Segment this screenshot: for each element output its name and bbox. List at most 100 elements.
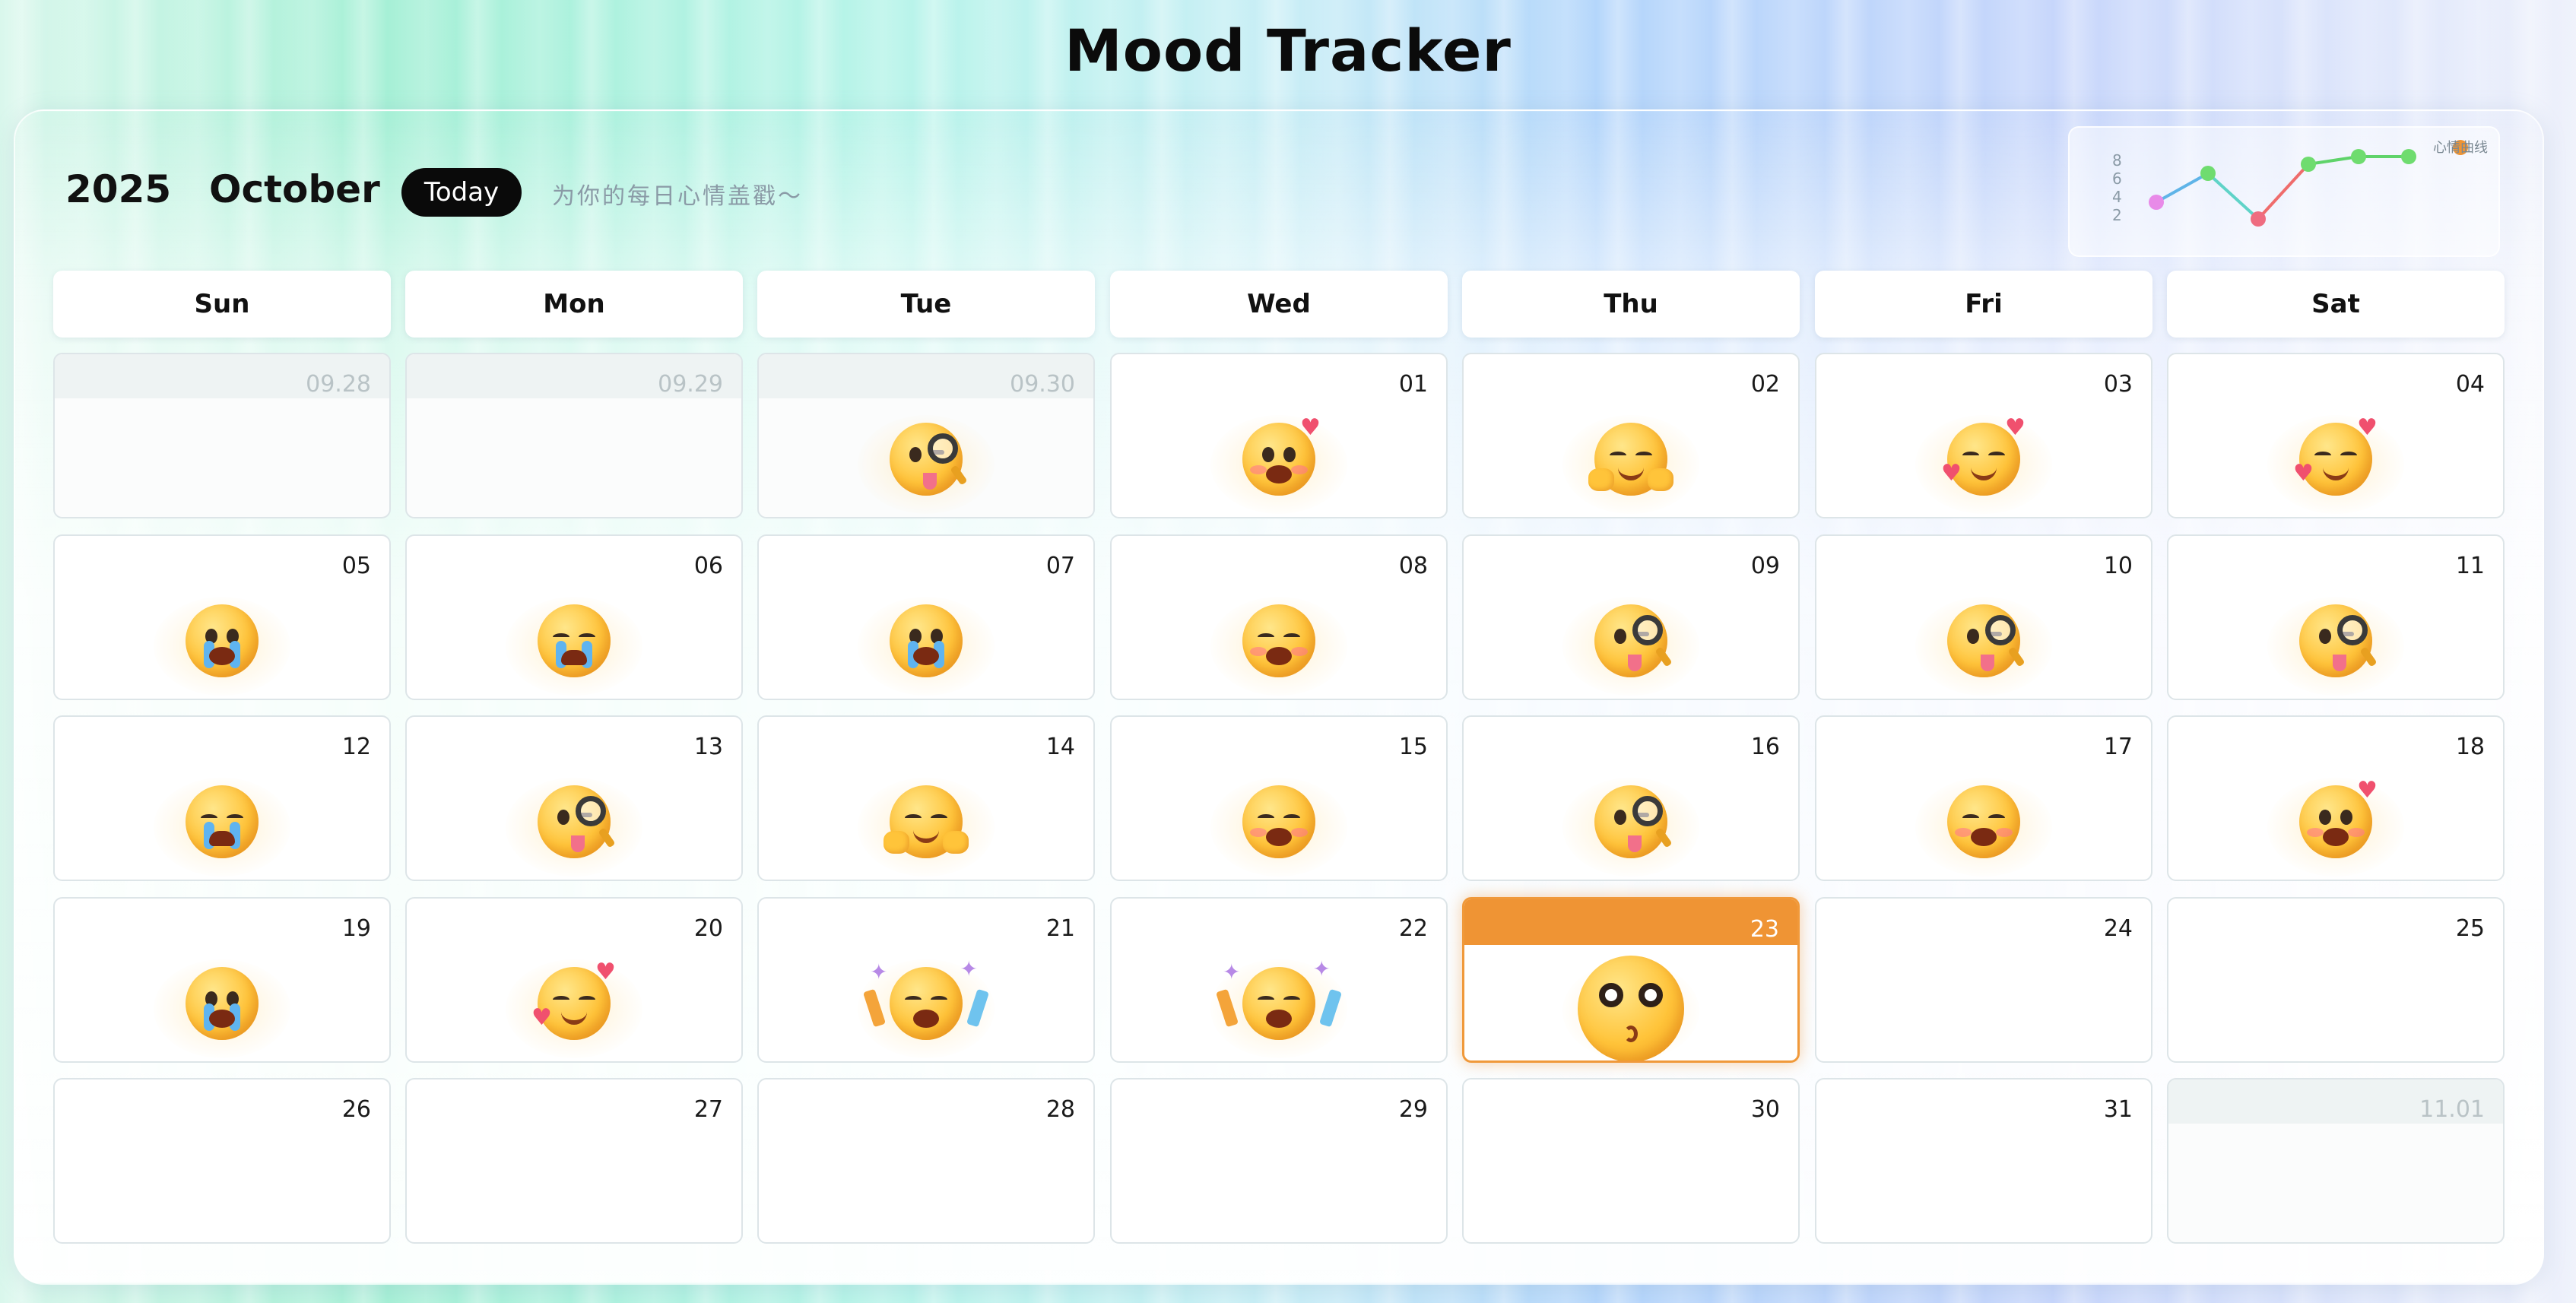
day-cell[interactable]: 17 [1815,715,2152,881]
mood-stamp[interactable] [1555,770,1707,877]
day-number: 11 [2455,553,2485,579]
day-cell[interactable]: 28 [757,1078,1095,1244]
cry-emoji-icon [186,967,259,1040]
day-cell[interactable]: 02 [1462,353,1800,518]
weekday-thu: Thu [1462,271,1800,338]
curious-emoji-icon [890,423,968,496]
mood-stamp[interactable] [498,589,650,696]
day-cell[interactable]: 22 ✦ ✦ [1110,897,1448,1063]
trend-point-3 [2251,211,2266,227]
day-cell[interactable]: 20 ♥ ♥ [405,897,743,1063]
mood-stamp[interactable]: ✦ ✦ [1203,952,1355,1058]
day-cell[interactable]: 27 [405,1078,743,1244]
trend-segment-3 [2257,163,2310,220]
mood-stamp[interactable] [2260,589,2412,696]
mood-stamp[interactable] [850,589,1002,696]
day-cell[interactable]: 19 [53,897,391,1063]
day-cell[interactable]: 11.01 [2167,1078,2505,1244]
mood-stamp[interactable] [1908,589,2060,696]
hug-emoji-icon [1588,423,1673,496]
day-number: 29 [1398,1096,1428,1123]
day-cell[interactable]: 21 ✦ ✦ [757,897,1095,1063]
month-label[interactable]: October [209,167,380,211]
day-cell[interactable]: 07 [757,534,1095,700]
y-tick-4: 4 [2112,188,2122,206]
day-cell[interactable]: 24 [1815,897,2152,1063]
trend-point-2 [2200,166,2216,181]
curious-emoji-icon [1594,604,1673,677]
mood-stamp[interactable]: ♥ [1203,407,1355,514]
party-emoji-icon: ✦ ✦ [862,956,990,1040]
day-cell[interactable]: 09.28 [53,353,391,518]
mood-stamp[interactable] [146,770,298,877]
day-cell[interactable]: 03 ♥ ♥ [1815,353,2152,518]
day-number: 13 [693,734,723,760]
day-cell[interactable]: 08 [1110,534,1448,700]
mood-stamp[interactable]: ♥ [2260,770,2412,877]
day-cell[interactable]: 09.29 [405,353,743,518]
day-cell[interactable]: 11 [2167,534,2505,700]
mood-stamp[interactable] [1555,407,1707,514]
mood-stamp[interactable] [146,589,298,696]
cry-emoji-icon [890,604,963,677]
mood-stamp[interactable]: ♥ ♥ [2260,407,2412,514]
day-number: 07 [1045,553,1075,579]
day-number: 09 [1750,553,1780,579]
mood-stamp[interactable] [1203,589,1355,696]
mood-stamp[interactable] [146,952,298,1058]
day-cell[interactable]: 29 [1110,1078,1448,1244]
day-cell[interactable]: 12 [53,715,391,881]
mood-stamp[interactable] [1908,770,2060,877]
mood-stamp[interactable] [498,770,650,877]
day-cell[interactable]: 15 [1110,715,1448,881]
day-number: 19 [341,915,371,942]
day-cell[interactable]: 14 [757,715,1095,881]
day-cell[interactable]: 26 [53,1078,391,1244]
mood-trend-svg: 8 6 4 2 心情曲线 [2112,140,2488,227]
mood-stamp[interactable] [850,770,1002,877]
love-emoji-icon: ♥ ♥ [531,961,616,1040]
day-cell[interactable]: 01 ♥ [1110,353,1448,518]
mood-stamp[interactable]: ♥ ♥ [498,952,650,1058]
trend-segment-4 [2308,155,2359,166]
day-number: 24 [2103,915,2133,942]
day-cell[interactable]: 30 [1462,1078,1800,1244]
day-cell-today[interactable]: 23 [1462,897,1800,1063]
day-number: 25 [2455,915,2485,942]
day-cell[interactable]: 13 [405,715,743,881]
mood-stamp[interactable]: ✦ ✦ [850,952,1002,1058]
day-cell[interactable]: 05 [53,534,391,700]
love-emoji-icon: ♥ ♥ [1941,417,2026,496]
mood-stamp[interactable] [1203,770,1355,877]
day-number: 09.28 [306,371,371,398]
day-cell[interactable]: 09.30 [757,353,1095,518]
today-button[interactable]: Today [401,168,522,217]
page-title: Mood Tracker [1064,17,1512,84]
trend-segment-1 [2156,172,2209,204]
mood-stamp[interactable]: ♥ ♥ [1908,407,2060,514]
day-cell[interactable]: 16 [1462,715,1800,881]
day-number: 26 [341,1096,371,1123]
day-cell[interactable]: 31 [1815,1078,2152,1244]
mood-trend-chart: 8 6 4 2 心情曲线 [2068,126,2500,257]
year-label[interactable]: 2025 [65,167,171,211]
day-cell[interactable]: 04 ♥ ♥ [2167,353,2505,518]
relieved-emoji-icon [1242,604,1315,677]
weekday-tue: Tue [757,271,1095,338]
mood-stamp[interactable] [850,407,1002,514]
day-cell[interactable]: 18 ♥ [2167,715,2505,881]
curious-emoji-icon [1947,604,2026,677]
trend-point-4 [2301,157,2316,172]
weekday-fri: Fri [1815,271,2152,338]
day-cell[interactable]: 09 [1462,534,1800,700]
day-number: 18 [2455,734,2485,760]
y-tick-6: 6 [2112,170,2122,188]
today-highlight-band [1464,899,1797,945]
mood-stamp[interactable] [1555,954,1707,1060]
day-number: 22 [1398,915,1428,942]
mood-stamp[interactable] [1555,589,1707,696]
day-cell[interactable]: 06 [405,534,743,700]
day-number: 27 [693,1096,723,1123]
day-cell[interactable]: 25 [2167,897,2505,1063]
day-cell[interactable]: 10 [1815,534,2152,700]
